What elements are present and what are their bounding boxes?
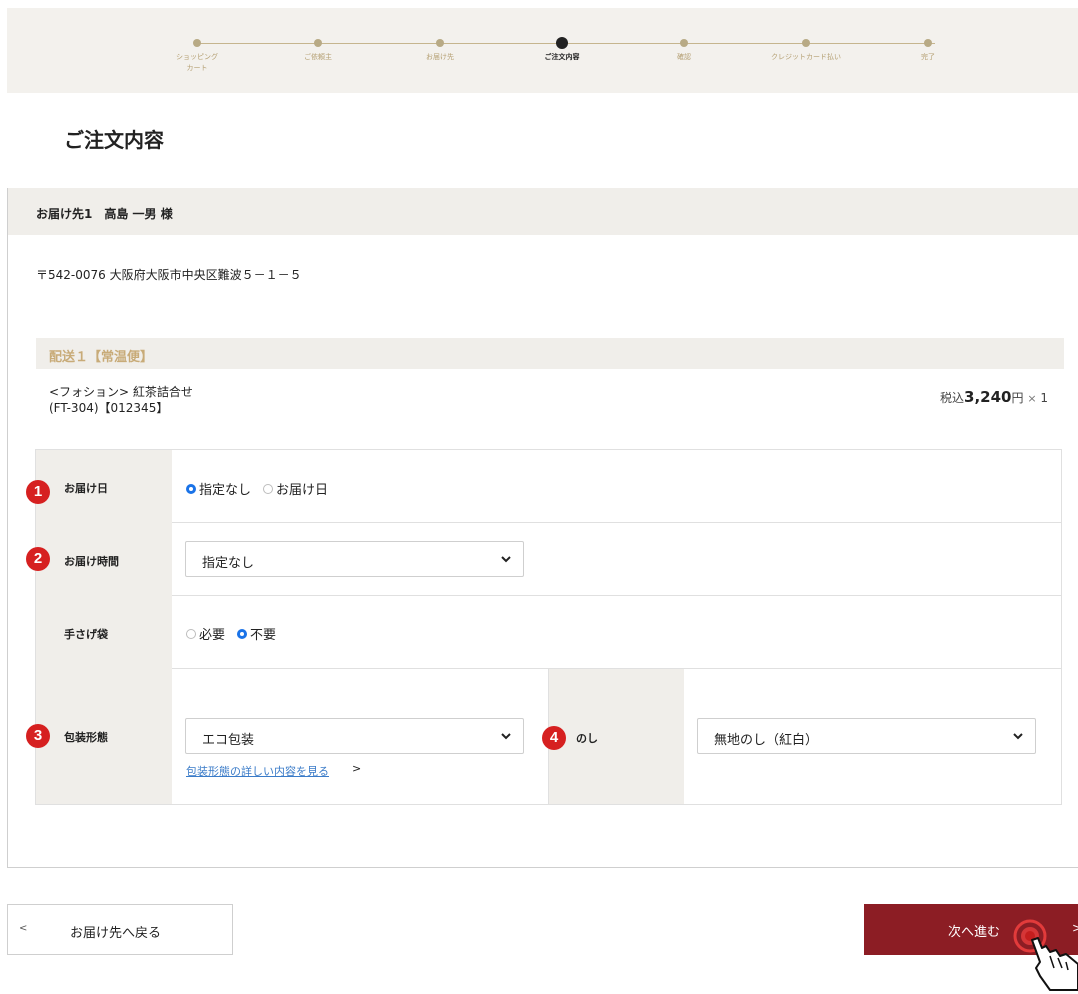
noshi-label: のし bbox=[576, 732, 598, 745]
link-arrow-icon: > bbox=[352, 762, 362, 775]
destination-header: お届け先1 高島 一男 様 bbox=[8, 188, 1078, 235]
step-label: 完了 bbox=[921, 53, 935, 61]
step-complete: 完了 bbox=[873, 38, 983, 63]
shipment-header-text: 配送１【常温便】 bbox=[49, 350, 154, 365]
radio-unselected[interactable] bbox=[263, 483, 274, 494]
qty-separator: × bbox=[1027, 392, 1037, 405]
destination-header-text: お届け先1 高島 一男 様 bbox=[36, 207, 173, 221]
step-order-details: ご注文内容 bbox=[507, 37, 617, 63]
step-label: お届け先 bbox=[426, 53, 454, 61]
step-dot bbox=[314, 39, 322, 47]
wrapping-select[interactable]: エコ包装 bbox=[185, 718, 524, 754]
row-divider bbox=[172, 522, 1061, 523]
product-code: (FT-304)【012345】 bbox=[49, 401, 169, 415]
product-qty: 1 bbox=[1040, 391, 1048, 405]
row-divider bbox=[172, 668, 1061, 669]
badge-2: 2 bbox=[26, 547, 50, 571]
bag-radio-group: 必要 不要 bbox=[186, 624, 288, 643]
delivery-date-label: お届け日 bbox=[64, 482, 108, 495]
back-to-destination-button[interactable]: < お届け先へ戻る bbox=[7, 904, 233, 955]
step-credit-card: クレジットカード払い bbox=[751, 38, 861, 63]
radio-selected[interactable] bbox=[237, 628, 248, 639]
shipment-header: 配送１【常温便】 bbox=[36, 338, 1064, 369]
chevron-down-icon bbox=[501, 733, 511, 740]
delivery-time-value: 指定なし bbox=[202, 556, 255, 571]
step-label: ご依頼主 bbox=[304, 53, 332, 61]
step-label: ショッピング カート bbox=[176, 53, 218, 72]
badge-3: 3 bbox=[26, 724, 50, 748]
delivery-time-select[interactable]: 指定なし bbox=[185, 541, 524, 577]
radio-selected[interactable] bbox=[186, 483, 196, 494]
step-dot-active bbox=[556, 37, 568, 49]
step-label: クレジットカード払い bbox=[771, 53, 841, 61]
delivery-address: 〒542-0076 大阪府大阪市中央区難波５－１－５ bbox=[36, 268, 302, 282]
step-dot bbox=[680, 39, 688, 47]
product-price: 税込3,240円 × 1 bbox=[940, 388, 1048, 406]
step-dot bbox=[193, 39, 201, 47]
radio-unselected[interactable] bbox=[186, 628, 196, 639]
step-dot bbox=[436, 39, 444, 47]
step-label: 確認 bbox=[677, 53, 691, 61]
badge-4: 4 bbox=[542, 726, 566, 750]
price-value: 3,240 bbox=[964, 388, 1012, 406]
chevron-left-icon: < bbox=[19, 923, 28, 934]
product-info: <フォション> 紅茶詰合せ (FT-304)【012345】 bbox=[49, 384, 193, 416]
bag-option-required[interactable]: 必要 bbox=[186, 624, 225, 643]
back-button-label: お届け先へ戻る bbox=[70, 926, 162, 941]
step-label: ご注文内容 bbox=[544, 53, 580, 61]
noshi-select[interactable]: 無地のし（紅白） bbox=[697, 718, 1036, 754]
row-divider bbox=[172, 595, 1061, 596]
product-name: <フォション> 紅茶詰合せ bbox=[49, 385, 193, 399]
noshi-value: 無地のし（紅白） bbox=[714, 733, 819, 748]
noshi-label-cell bbox=[548, 669, 684, 804]
order-options-form: 1 お届け日 指定なし お届け日 2 お届け時間 指定なし 手さげ袋 必要 不要… bbox=[26, 449, 1062, 805]
step-destination: お届け先 bbox=[385, 38, 495, 63]
delivery-date-option-specify[interactable]: お届け日 bbox=[263, 479, 328, 498]
next-button-label: 次へ進む bbox=[948, 925, 1001, 940]
delivery-date-option-none[interactable]: 指定なし bbox=[186, 479, 251, 498]
wrapping-value: エコ包装 bbox=[202, 733, 255, 748]
delivery-date-radio-group: 指定なし お届け日 bbox=[186, 479, 340, 498]
hand-pointer-icon bbox=[1013, 919, 1078, 991]
page-title: ご注文内容 bbox=[64, 128, 164, 152]
step-shopping-cart: ショッピング カート bbox=[142, 38, 252, 74]
chevron-down-icon bbox=[501, 556, 511, 563]
bag-label: 手さげ袋 bbox=[64, 628, 108, 641]
step-dot bbox=[924, 39, 932, 47]
badge-1: 1 bbox=[26, 480, 50, 504]
chevron-down-icon bbox=[1013, 733, 1023, 740]
step-dot bbox=[802, 39, 810, 47]
step-confirm: 確認 bbox=[629, 38, 739, 63]
bag-option-not-required[interactable]: 不要 bbox=[237, 624, 276, 643]
step-requester: ご依頼主 bbox=[263, 38, 373, 63]
wrapping-label: 包装形態 bbox=[64, 731, 108, 744]
checkout-stepper: ショッピング カート ご依頼主 お届け先 ご注文内容 確認 クレジットカード払い … bbox=[7, 8, 1078, 93]
delivery-time-label: お届け時間 bbox=[64, 555, 119, 568]
wrapping-details-link[interactable]: 包装形態の詳しい内容を見る bbox=[186, 763, 329, 779]
